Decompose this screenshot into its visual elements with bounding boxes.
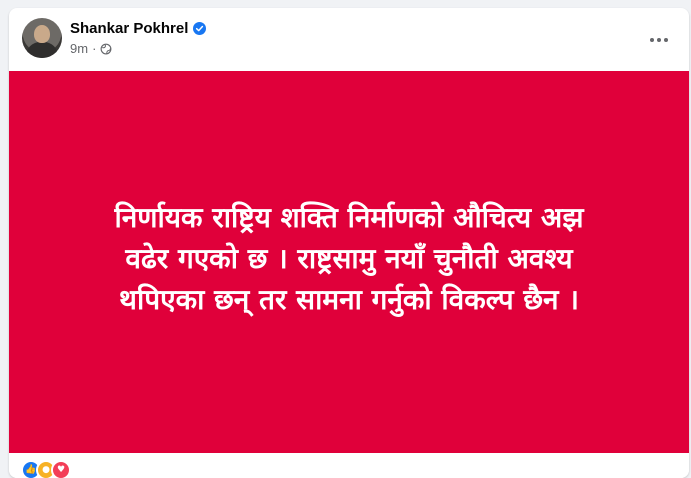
author-name[interactable]: Shankar Pokhrel (70, 20, 188, 37)
more-options-icon-dot (657, 38, 661, 42)
love-reaction-icon: ♥ (51, 460, 71, 478)
post-text-line: थपिएका छन् तर सामना गर्नुको विकल्प छैन । (119, 282, 579, 316)
more-options-icon (650, 38, 654, 42)
post-header: Shankar Pokhrel 9m · (9, 8, 689, 71)
post-text-line: वढेर गएको छ । राष्ट्रसामु नयाँ चुनौती अव… (125, 241, 573, 275)
verified-badge-icon (193, 22, 207, 35)
avatar[interactable] (22, 18, 62, 58)
post-time[interactable]: 9m (70, 41, 88, 56)
author-row: Shankar Pokhrel (70, 20, 207, 37)
post-card: Shankar Pokhrel 9m · निर्णायक राष्ट्रिय … (9, 8, 689, 478)
post-footer: 👍 ● ♥ (9, 453, 689, 478)
globe-icon[interactable] (100, 43, 112, 55)
post-text-line: निर्णायक राष्ट्रिय शक्ति निर्माणको औचित्… (114, 200, 584, 234)
more-options-button[interactable] (643, 24, 675, 56)
post-text: निर्णायक राष्ट्रिय शक्ति निर्माणको औचित्… (49, 197, 649, 320)
more-options-icon-dot (664, 38, 668, 42)
post-background[interactable]: निर्णायक राष्ट्रिय शक्ति निर्माणको औचित्… (9, 71, 689, 453)
meta-separator: · (92, 41, 97, 56)
post-meta: 9m · (70, 41, 112, 56)
reaction-icons[interactable]: 👍 ● ♥ (21, 460, 71, 478)
